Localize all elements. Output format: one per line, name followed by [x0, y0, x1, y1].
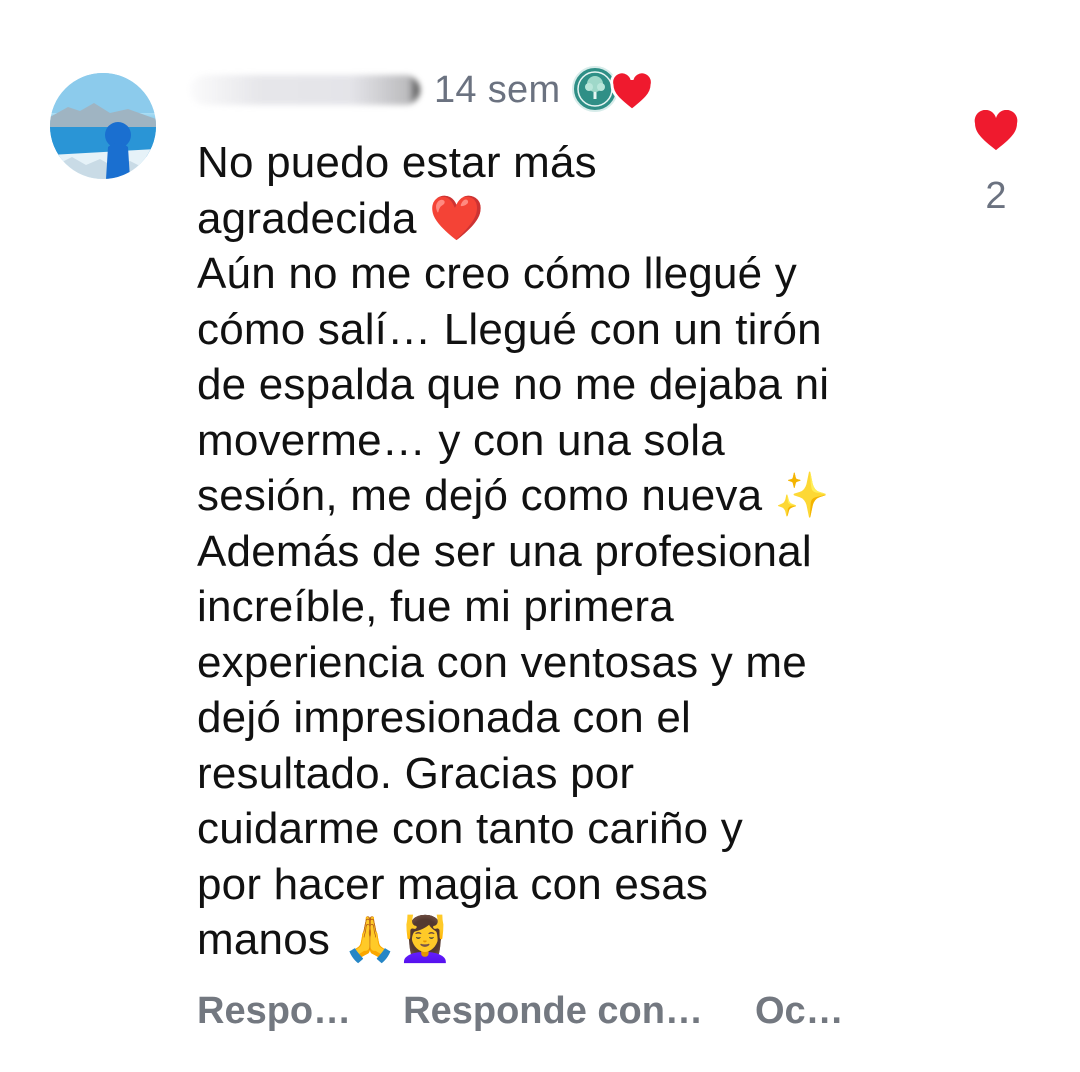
avatar[interactable]	[50, 73, 156, 179]
like-count: 2	[985, 175, 1007, 217]
hide-button[interactable]: Oc…	[755, 990, 844, 1033]
heart-icon[interactable]	[973, 109, 1019, 152]
creator-liked-badge	[572, 64, 660, 116]
timestamp: 14 sem	[434, 68, 561, 111]
reply-with-button[interactable]: Responde con…	[403, 990, 703, 1033]
comment-text: No puedo estar más agradecida ❤️ Aún no …	[197, 138, 830, 964]
heart-icon	[610, 72, 655, 112]
avatar-photo	[50, 73, 156, 179]
like-control[interactable]: 2	[962, 109, 1030, 218]
reply-button[interactable]: Respo…	[197, 990, 351, 1033]
username-redacted[interactable]	[190, 75, 420, 105]
comment-item: 14 sem No puedo estar más agradecida ❤️ …	[0, 0, 1080, 1072]
comment-header: 14 sem	[190, 62, 660, 118]
comment-actions: Respo… Responde con… Oc…	[197, 990, 896, 1033]
